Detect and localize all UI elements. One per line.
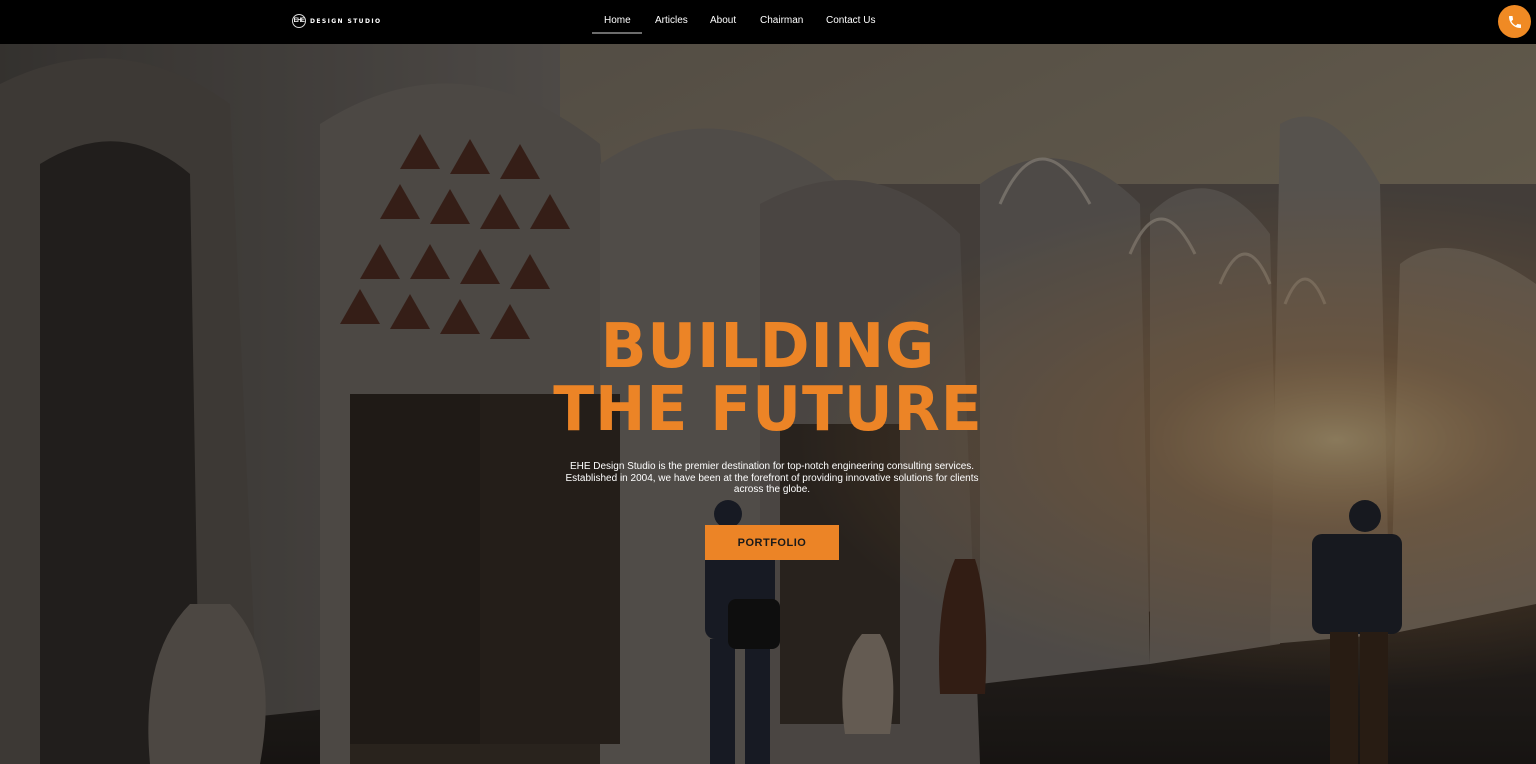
- nav-item-chairman[interactable]: Chairman: [760, 14, 803, 28]
- hero-title-line-2: THE FUTURE: [553, 373, 983, 446]
- page: EHE DESIGN STUDIO Home Articles About Ch…: [0, 0, 1536, 764]
- nav-item-contact-us[interactable]: Contact Us: [826, 14, 875, 28]
- phone-icon: [1508, 15, 1521, 28]
- hero-description: EHE Design Studio is the premier destina…: [565, 461, 979, 495]
- hero-section: BUILDING THE FUTURE EHE Design Studio is…: [0, 44, 1536, 764]
- nav-item-home[interactable]: Home: [604, 14, 631, 28]
- call-button[interactable]: [1498, 5, 1531, 38]
- hero-title-line-1: BUILDING: [600, 310, 936, 383]
- active-nav-indicator: [592, 32, 642, 34]
- nav-item-articles[interactable]: Articles: [655, 14, 688, 28]
- logo-text: DESIGN STUDIO: [310, 17, 382, 25]
- top-navbar: EHE DESIGN STUDIO Home Articles About Ch…: [0, 0, 1536, 44]
- brand-logo[interactable]: EHE DESIGN STUDIO: [292, 13, 381, 29]
- hero-title: BUILDING THE FUTURE: [468, 315, 1068, 441]
- nav-item-about[interactable]: About: [710, 14, 736, 28]
- portfolio-button[interactable]: PORTFOLIO: [705, 525, 839, 560]
- logo-mark: EHE: [292, 14, 306, 28]
